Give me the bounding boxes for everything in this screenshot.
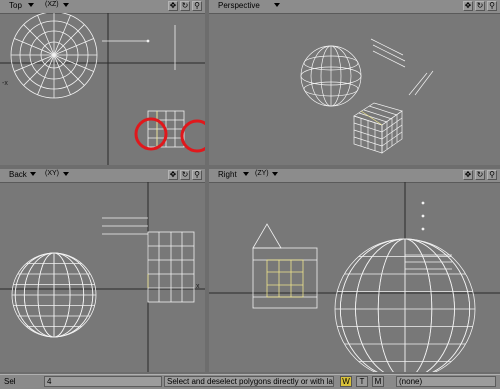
svg-text:x: x xyxy=(196,283,200,290)
projection-dropdown-icon[interactable] xyxy=(63,3,69,7)
viewport-perspective[interactable]: Perspective ✥ ↻ ⚲ xyxy=(209,0,500,165)
highlight-circle-left xyxy=(134,117,168,151)
rotate-icon[interactable]: ↻ xyxy=(475,1,485,11)
back-sphere xyxy=(11,252,97,338)
viewport-top-header: Top (XZ) ✥ ↻ ⚲ xyxy=(0,0,205,14)
zoom-icon[interactable]: ⚲ xyxy=(487,170,497,180)
rotate-icon[interactable]: ↻ xyxy=(475,170,485,180)
right-house-shape xyxy=(252,223,318,309)
wireframe-toggle-button[interactable]: W xyxy=(340,376,352,387)
viewport-back-projection: (XY) xyxy=(45,170,59,177)
perspective-sphere xyxy=(300,45,362,107)
viewport-right-canvas[interactable] xyxy=(209,182,500,372)
right-sphere xyxy=(334,238,476,372)
right-edge-lines xyxy=(405,201,452,270)
selection-label: Sel xyxy=(4,377,16,386)
move-icon[interactable]: ✥ xyxy=(168,170,178,180)
viewport-perspective-canvas[interactable] xyxy=(209,13,500,165)
zoom-icon[interactable]: ⚲ xyxy=(487,1,497,11)
zoom-icon[interactable]: ⚲ xyxy=(192,170,202,180)
zoom-icon[interactable]: ⚲ xyxy=(192,1,202,11)
rotate-icon[interactable]: ↻ xyxy=(180,1,190,11)
view-type-dropdown-icon[interactable] xyxy=(28,3,34,7)
status-bar: Sel 4 Select and deselect polygons direc… xyxy=(0,374,500,389)
viewport-top-canvas[interactable]: -x xyxy=(0,13,205,165)
move-icon[interactable]: ✥ xyxy=(463,1,473,11)
viewport-right-header: Right (ZY) ✥ ↻ ⚲ xyxy=(209,169,500,183)
perspective-lines xyxy=(370,38,434,96)
view-type-dropdown-icon[interactable] xyxy=(30,172,36,176)
viewport-right[interactable]: Right (ZY) ✥ ↻ ⚲ xyxy=(209,169,500,372)
viewport-top-title[interactable]: Top xyxy=(9,1,22,10)
projection-dropdown-icon[interactable] xyxy=(272,172,278,176)
viewport-back-canvas[interactable]: x xyxy=(0,182,205,372)
rotate-icon[interactable]: ↻ xyxy=(180,170,190,180)
back-cube-grid xyxy=(147,231,195,303)
highlight-circle-right xyxy=(180,119,205,153)
help-hint: Select and deselect polygons directly or… xyxy=(164,376,334,387)
svg-text:-x: -x xyxy=(2,80,8,87)
move-icon[interactable]: ✥ xyxy=(168,1,178,11)
viewport-back-title[interactable]: Back xyxy=(9,170,27,179)
viewport-right-title[interactable]: Right xyxy=(218,170,237,179)
texture-toggle-button[interactable]: T xyxy=(356,376,368,387)
viewport-perspective-title[interactable]: Perspective xyxy=(218,1,260,10)
viewport-top[interactable]: Top (XZ) ✥ ↻ ⚲ -x xyxy=(0,0,205,165)
viewport-back-header: Back (XY) ✥ ↻ ⚲ xyxy=(0,169,205,183)
viewport-right-projection: (ZY) xyxy=(255,170,269,177)
view-type-dropdown-icon[interactable] xyxy=(243,172,249,176)
back-edge-lines xyxy=(102,217,148,235)
top-sphere xyxy=(10,13,98,99)
viewport-back[interactable]: Back (XY) ✥ ↻ ⚲ x xyxy=(0,169,205,372)
view-type-dropdown-icon[interactable] xyxy=(274,3,280,7)
perspective-cube xyxy=(353,102,403,154)
move-icon[interactable]: ✥ xyxy=(463,170,473,180)
viewport-perspective-header: Perspective ✥ ↻ ⚲ xyxy=(209,0,500,14)
viewport-top-projection: (XZ) xyxy=(45,1,59,8)
layer-select[interactable]: (none) xyxy=(396,376,496,387)
selection-count: 4 xyxy=(44,376,162,387)
projection-dropdown-icon[interactable] xyxy=(63,172,69,176)
material-toggle-button[interactable]: M xyxy=(372,376,384,387)
